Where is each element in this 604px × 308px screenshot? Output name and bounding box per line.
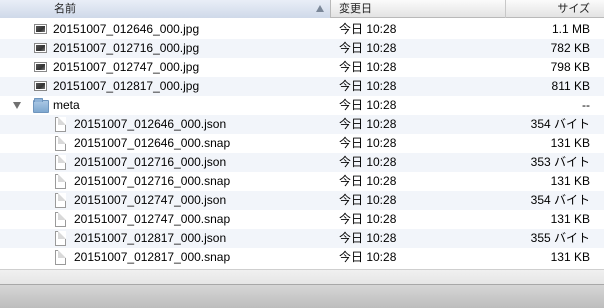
horizontal-scrollbar[interactable]: [0, 269, 604, 284]
file-size: 355 バイト: [530, 231, 590, 245]
file-size: 782 KB: [550, 41, 590, 55]
file-name: 20151007_012747_000.jpg: [53, 60, 200, 74]
file-size: 1.1 MB: [551, 22, 590, 36]
file-name: 20151007_012817_000.json: [74, 231, 227, 245]
file-date: 今日 10:28: [339, 117, 397, 131]
file-date: 今日 10:28: [339, 231, 397, 245]
document-icon: [55, 231, 66, 246]
column-header-date[interactable]: 変更日: [331, 0, 506, 18]
file-date: 今日 10:28: [339, 60, 397, 74]
file-date: 今日 10:28: [339, 193, 397, 207]
column-header-bar: 名前 変更日 サイズ: [0, 0, 604, 18]
file-row[interactable]: 20151007_012646_000.snap 今日 10:28 131 KB: [0, 134, 604, 153]
file-date: 今日 10:28: [339, 174, 397, 188]
file-name: 20151007_012646_000.snap: [74, 136, 231, 150]
file-size: 798 KB: [550, 60, 590, 74]
file-row[interactable]: 20151007_012716_000.jpg 今日 10:28 782 KB: [0, 39, 604, 58]
image-icon: [34, 24, 47, 34]
file-date: 今日 10:28: [339, 250, 397, 264]
sort-ascending-icon: [316, 5, 324, 12]
folder-date: 今日 10:28: [339, 98, 397, 112]
file-date: 今日 10:28: [339, 22, 397, 36]
file-name: 20151007_012747_000.snap: [74, 212, 231, 226]
disclosure-triangle-icon[interactable]: [13, 102, 21, 109]
file-date: 今日 10:28: [339, 212, 397, 226]
file-name: 20151007_012716_000.jpg: [53, 41, 200, 55]
image-icon: [34, 43, 47, 53]
file-size: 131 KB: [550, 250, 590, 264]
column-header-size[interactable]: サイズ: [506, 0, 604, 18]
folder-name: meta: [53, 98, 80, 112]
document-icon: [55, 212, 66, 227]
folder-icon: [33, 98, 49, 113]
file-name: 20151007_012716_000.json: [74, 155, 227, 169]
document-icon: [55, 193, 66, 208]
window-status-bar: [0, 284, 604, 308]
image-icon: [34, 81, 47, 91]
file-size: 354 バイト: [530, 117, 590, 131]
file-size: 353 バイト: [530, 155, 590, 169]
file-row[interactable]: 20151007_012817_000.jpg 今日 10:28 811 KB: [0, 77, 604, 96]
file-date: 今日 10:28: [339, 79, 397, 93]
file-row[interactable]: 20151007_012747_000.snap 今日 10:28 131 KB: [0, 210, 604, 229]
file-list: 20151007_012646_000.jpg 今日 10:28 1.1 MB …: [0, 20, 604, 267]
file-row[interactable]: 20151007_012747_000.json 今日 10:28 354 バイ…: [0, 191, 604, 210]
file-size: 811 KB: [551, 79, 590, 93]
file-name: 20151007_012817_000.snap: [74, 250, 231, 264]
file-name: 20151007_012646_000.json: [74, 117, 227, 131]
column-header-date-label: 変更日: [339, 3, 372, 15]
column-header-name-label: 名前: [54, 3, 76, 15]
file-name: 20151007_012817_000.jpg: [53, 79, 200, 93]
file-name: 20151007_012716_000.snap: [74, 174, 231, 188]
file-row[interactable]: 20151007_012716_000.snap 今日 10:28 131 KB: [0, 172, 604, 191]
file-size: 131 KB: [550, 136, 590, 150]
file-date: 今日 10:28: [339, 41, 397, 55]
file-row[interactable]: 20151007_012646_000.json 今日 10:28 354 バイ…: [0, 115, 604, 134]
document-icon: [55, 250, 66, 265]
folder-size: --: [582, 98, 590, 112]
file-name: 20151007_012747_000.json: [74, 193, 227, 207]
file-row[interactable]: 20151007_012716_000.json 今日 10:28 353 バイ…: [0, 153, 604, 172]
file-date: 今日 10:28: [339, 155, 397, 169]
file-size: 131 KB: [550, 174, 590, 188]
file-size: 354 バイト: [530, 193, 590, 207]
document-icon: [55, 117, 66, 132]
file-row[interactable]: 20151007_012817_000.snap 今日 10:28 131 KB: [0, 248, 604, 267]
document-icon: [55, 136, 66, 151]
column-header-name[interactable]: 名前: [0, 0, 331, 18]
document-icon: [55, 174, 66, 189]
folder-row-meta[interactable]: meta 今日 10:28 --: [0, 96, 604, 115]
file-size: 131 KB: [550, 212, 590, 226]
file-row[interactable]: 20151007_012646_000.jpg 今日 10:28 1.1 MB: [0, 20, 604, 39]
file-name: 20151007_012646_000.jpg: [53, 22, 200, 36]
file-row[interactable]: 20151007_012747_000.jpg 今日 10:28 798 KB: [0, 58, 604, 77]
column-header-size-label: サイズ: [557, 3, 590, 15]
image-icon: [34, 62, 47, 72]
file-row[interactable]: 20151007_012817_000.json 今日 10:28 355 バイ…: [0, 229, 604, 248]
document-icon: [55, 155, 66, 170]
file-date: 今日 10:28: [339, 136, 397, 150]
